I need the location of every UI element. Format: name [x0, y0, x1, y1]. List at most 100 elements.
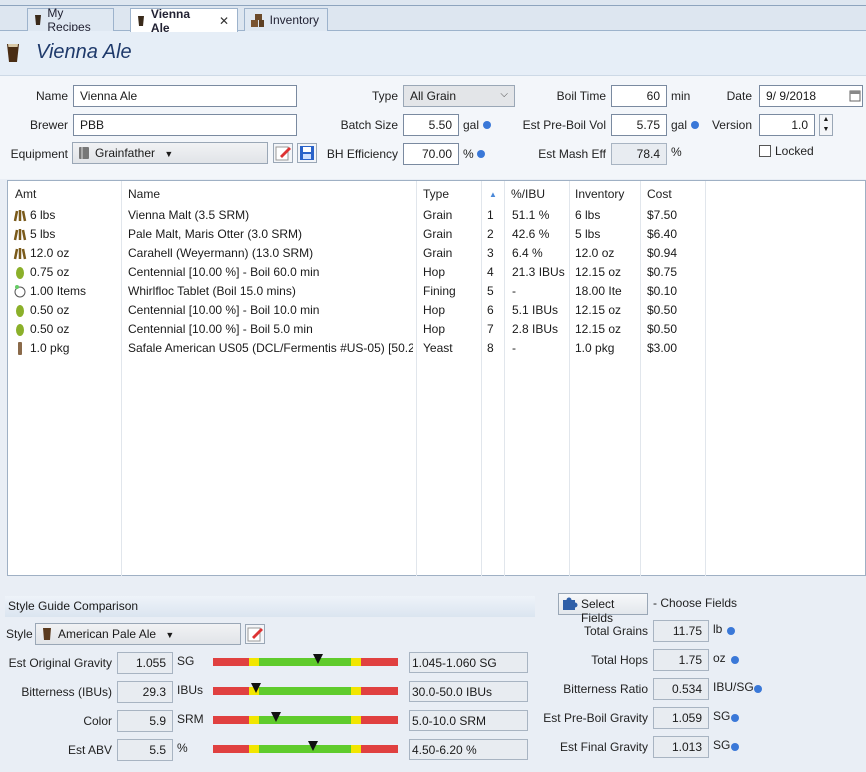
unit-toggle-icon[interactable] — [727, 627, 735, 635]
type-select[interactable]: All Grain ⌵ — [403, 85, 515, 107]
bh-efficiency-unit: % — [463, 147, 474, 161]
field-label: Total Grains — [583, 624, 648, 638]
metric-range: 4.50-6.20 % — [409, 739, 528, 760]
boil-time-field[interactable]: 60 — [611, 85, 667, 107]
metric-label: Color — [83, 714, 112, 728]
puzzle-icon — [563, 597, 578, 610]
value-marker-icon — [270, 712, 281, 722]
row-amt: 6 lbs — [30, 208, 56, 222]
calendar-icon[interactable] — [849, 90, 861, 102]
tab-label: Inventory — [269, 13, 319, 27]
stepper-up-icon[interactable]: ▲ — [820, 115, 832, 125]
row-name: Centennial [10.00 %] - Boil 60.0 min — [128, 265, 320, 279]
col-ibu-header[interactable]: %/IBU — [511, 187, 545, 201]
unit-toggle-icon[interactable] — [477, 150, 485, 158]
row-inventory: 12.0 oz — [575, 246, 615, 260]
table-row[interactable]: 0.50 oz Centennial [10.00 %] - Boil 10.0… — [8, 301, 866, 320]
field-value: 11.75 — [653, 620, 709, 642]
range-segment — [249, 745, 259, 753]
edit-style-button[interactable] — [245, 624, 265, 644]
table-row[interactable]: 1.00 Items Whirlfloc Tablet (Boil 15.0 m… — [8, 282, 866, 301]
metric-label: Est ABV — [67, 743, 112, 757]
locked-checkbox[interactable] — [759, 145, 771, 157]
row-num: 2 — [487, 227, 494, 241]
batch-size-field[interactable]: 5.50 — [403, 114, 459, 136]
row-name: Safale American US05 (DCL/Fermentis #US-… — [128, 341, 413, 355]
unit-toggle-icon[interactable] — [731, 714, 739, 722]
table-row[interactable]: 1.0 pkg Safale American US05 (DCL/Fermen… — [8, 339, 866, 358]
row-num: 8 — [487, 341, 494, 355]
sort-ascending-icon[interactable]: ▲ — [489, 190, 497, 199]
table-row[interactable]: 12.0 oz Carahell (Weyermann) (13.0 SRM) … — [8, 244, 866, 263]
version-stepper[interactable]: ▲ ▼ — [819, 114, 833, 136]
bh-efficiency-field[interactable]: 70.00 — [403, 143, 459, 165]
ingredients-table: Amt Name Type ▲ %/IBU Inventory Cost 6 l… — [7, 180, 866, 576]
col-inventory-header[interactable]: Inventory — [575, 187, 624, 201]
stepper-down-icon[interactable]: ▼ — [820, 125, 832, 135]
row-name: Carahell (Weyermann) (13.0 SRM) — [128, 246, 314, 260]
locked-label: Locked — [775, 144, 814, 158]
mash-eff-field: 78.4 — [611, 143, 667, 165]
row-cost: $0.75 — [647, 265, 678, 279]
type-label: Type — [371, 89, 398, 103]
version-label: Version — [711, 118, 752, 132]
tab-vienna-ale[interactable]: Vienna Ale ✕ — [130, 7, 238, 35]
select-fields-button[interactable]: Select Fields — [558, 593, 648, 625]
tab-my-recipes[interactable]: My Recipes — [27, 6, 114, 34]
field-unit: oz — [713, 651, 726, 665]
row-num: 6 — [487, 303, 494, 317]
metric-value: 1.055 — [117, 652, 173, 674]
version-field[interactable]: 1.0 — [759, 114, 815, 136]
unit-toggle-icon[interactable] — [754, 685, 762, 693]
range-segment — [361, 745, 398, 753]
table-row[interactable]: 6 lbs Vienna Malt (3.5 SRM) Grain 1 51.1… — [8, 206, 866, 225]
brewer-field[interactable]: PBB — [73, 114, 297, 136]
row-amt: 1.0 pkg — [30, 341, 70, 355]
unit-toggle-icon[interactable] — [731, 656, 739, 664]
unit-toggle-icon[interactable] — [731, 743, 739, 751]
table-row[interactable]: 5 lbs Pale Malt, Maris Otter (3.0 SRM) G… — [8, 225, 866, 244]
grain-icon — [13, 210, 27, 222]
equipment-select[interactable]: Grainfather ▼ — [72, 142, 268, 164]
name-field[interactable]: Vienna Ale — [73, 85, 297, 107]
row-name: Centennial [10.00 %] - Boil 10.0 min — [128, 303, 320, 317]
style-select[interactable]: American Pale Ale ▼ — [35, 623, 241, 645]
close-icon[interactable]: ✕ — [219, 14, 229, 28]
row-ibu: 21.3 IBUs — [512, 265, 565, 279]
grain-icon — [13, 229, 27, 241]
batch-size-label: Batch Size — [340, 118, 398, 132]
range-segment — [213, 745, 249, 753]
row-cost: $0.10 — [647, 284, 678, 298]
row-inventory: 12.15 oz — [575, 322, 622, 336]
row-amt: 0.50 oz — [30, 322, 70, 336]
unit-toggle-icon[interactable] — [483, 121, 491, 129]
col-type-header[interactable]: Type — [423, 187, 449, 201]
row-cost: $0.50 — [647, 303, 678, 317]
range-segment — [249, 716, 259, 724]
table-row[interactable]: 0.50 oz Centennial [10.00 %] - Boil 5.0 … — [8, 320, 866, 339]
row-num: 5 — [487, 284, 494, 298]
tab-inventory[interactable]: Inventory — [244, 8, 328, 31]
row-inventory: 12.15 oz — [575, 303, 622, 317]
edit-equipment-button[interactable] — [273, 143, 293, 163]
date-field[interactable]: 9/ 9/2018 — [759, 85, 863, 107]
col-cost-header[interactable]: Cost — [647, 187, 672, 201]
table-row[interactable]: 0.75 oz Centennial [10.00 %] - Boil 60.0… — [8, 263, 866, 282]
row-cost: $7.50 — [647, 208, 678, 222]
metric-unit: % — [177, 741, 188, 755]
pre-boil-vol-field[interactable]: 5.75 — [611, 114, 667, 136]
mash-eff-unit: % — [671, 145, 682, 159]
range-segment — [351, 658, 361, 666]
col-name-header[interactable]: Name — [128, 187, 160, 201]
unit-toggle-icon[interactable] — [691, 121, 699, 129]
choose-fields-link[interactable]: - Choose Fields — [653, 596, 737, 610]
col-amt-header[interactable]: Amt — [15, 187, 36, 201]
row-ibu: 42.6 % — [512, 227, 550, 241]
boil-time-label: Boil Time — [556, 89, 606, 103]
beer-glass-icon — [7, 44, 19, 62]
field-value: 1.059 — [653, 707, 709, 729]
tab-strip: My Recipes Vienna Ale ✕ Inventory — [0, 0, 866, 35]
field-label: Est Pre-Boil Gravity — [543, 711, 648, 725]
row-amt: 0.75 oz — [30, 265, 70, 279]
field-unit: IBU/SG — [713, 680, 754, 694]
